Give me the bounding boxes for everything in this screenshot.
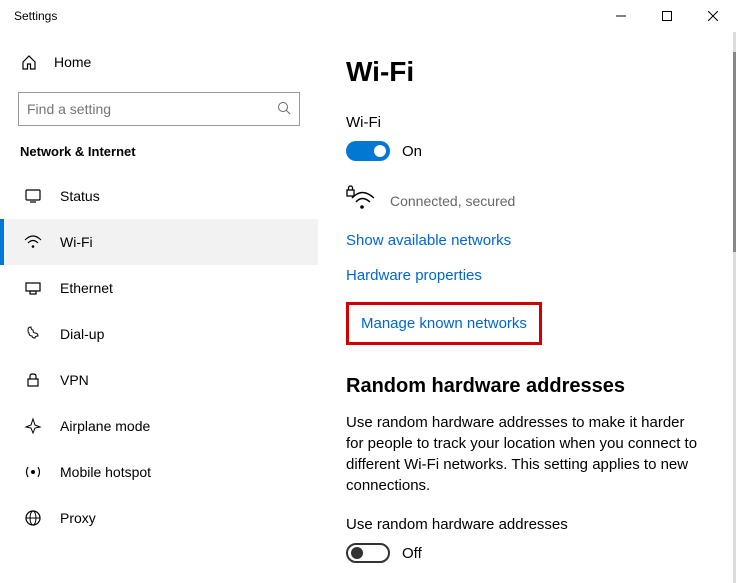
maximize-button[interactable] (644, 0, 690, 32)
search-input[interactable] (18, 92, 300, 126)
sidebar: Home Network & Internet Status Wi-Fi (0, 32, 318, 583)
sidebar-item-label: VPN (60, 372, 89, 388)
search-field[interactable] (27, 101, 247, 117)
wifi-label: Wi-Fi (346, 114, 706, 131)
random-body: Use random hardware addresses to make it… (346, 412, 706, 496)
sidebar-item-status[interactable]: Status (0, 173, 318, 219)
window-controls (598, 0, 736, 32)
vpn-icon (24, 371, 42, 389)
sidebar-item-label: Mobile hotspot (60, 464, 151, 480)
titlebar: Settings (0, 0, 736, 32)
random-toggle[interactable] (346, 543, 390, 563)
sidebar-item-ethernet[interactable]: Ethernet (0, 265, 318, 311)
sidebar-item-airplane[interactable]: Airplane mode (0, 403, 318, 449)
minimize-button[interactable] (598, 0, 644, 32)
hotspot-icon (24, 463, 42, 481)
sidebar-item-hotspot[interactable]: Mobile hotspot (0, 449, 318, 495)
sidebar-item-proxy[interactable]: Proxy (0, 495, 318, 541)
home-icon (20, 54, 38, 70)
wifi-toggle[interactable] (346, 141, 390, 161)
window-title: Settings (0, 9, 57, 23)
hardware-properties-link[interactable]: Hardware properties (346, 267, 706, 284)
sidebar-item-vpn[interactable]: VPN (0, 357, 318, 403)
show-available-link[interactable]: Show available networks (346, 232, 706, 249)
close-button[interactable] (690, 0, 736, 32)
sidebar-item-label: Proxy (60, 510, 96, 526)
sidebar-item-label: Dial-up (60, 326, 104, 342)
airplane-icon (24, 417, 42, 435)
search-icon (277, 101, 291, 118)
sidebar-item-label: Airplane mode (60, 418, 150, 434)
ethernet-icon (24, 279, 42, 297)
wifi-secured-icon (346, 185, 376, 216)
section-label: Network & Internet (0, 144, 318, 173)
sidebar-item-wifi[interactable]: Wi-Fi (0, 219, 318, 265)
sidebar-item-dialup[interactable]: Dial-up (0, 311, 318, 357)
main-content: Wi-Fi Wi-Fi On Connected, secured Show a… (318, 32, 736, 583)
random-heading: Random hardware addresses (346, 375, 706, 398)
dialup-icon (24, 325, 42, 343)
page-title: Wi-Fi (346, 56, 706, 88)
wifi-icon (24, 233, 42, 251)
sidebar-item-label: Ethernet (60, 280, 113, 296)
sidebar-item-label: Wi-Fi (60, 234, 93, 250)
home-link[interactable]: Home (0, 44, 318, 80)
random-toggle-label: Use random hardware addresses (346, 516, 706, 533)
sidebar-item-label: Status (60, 188, 100, 204)
manage-known-networks-link[interactable]: Manage known networks (361, 315, 527, 332)
proxy-icon (24, 509, 42, 527)
home-label: Home (54, 54, 91, 70)
wifi-toggle-state: On (402, 143, 422, 160)
highlight-annotation: Manage known networks (346, 302, 542, 345)
connection-status: Connected, secured (390, 193, 515, 209)
status-icon (24, 187, 42, 205)
random-toggle-state: Off (402, 545, 422, 562)
